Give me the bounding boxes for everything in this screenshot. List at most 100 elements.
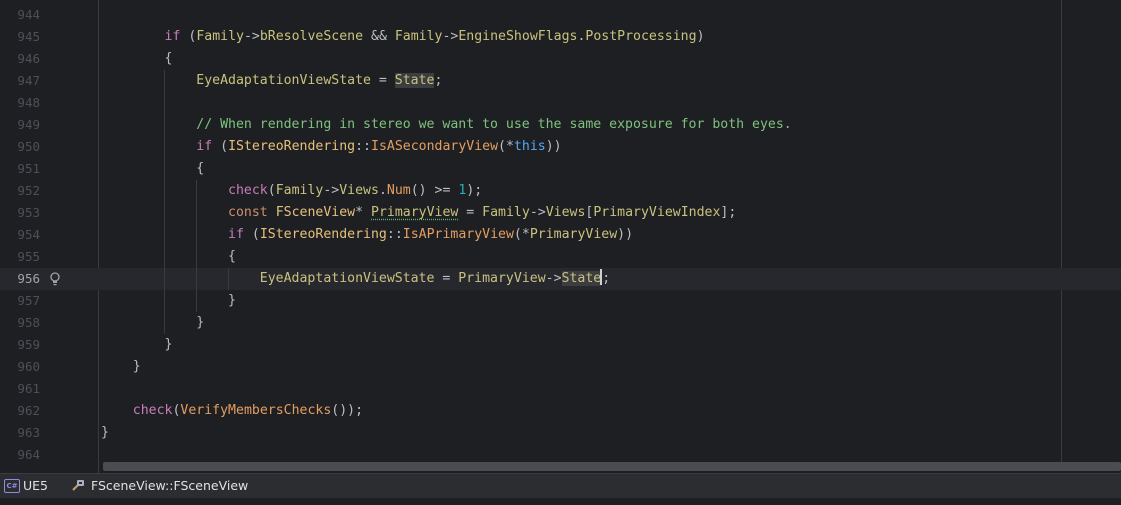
code-token: check <box>132 403 173 418</box>
code-token: -> <box>545 271 562 286</box>
code-token: * <box>355 205 371 220</box>
code-text[interactable]: } <box>101 334 173 356</box>
code-text[interactable]: EyeAdaptationViewState = State; <box>101 70 442 92</box>
line-number[interactable]: 964 <box>0 444 40 466</box>
code-text[interactable]: check(Family->Views.Num() >= 1); <box>101 180 482 202</box>
code-line[interactable]: 949 // When rendering in stereo we want … <box>0 114 1121 136</box>
indent-guide <box>196 180 197 312</box>
code-line[interactable]: 953 const FSceneView* PrimaryView = Fami… <box>0 202 1121 224</box>
bottom-strip <box>0 498 1121 505</box>
horizontal-scrollbar[interactable] <box>103 462 1121 471</box>
code-line[interactable]: 948 <box>0 92 1121 114</box>
code-text[interactable]: if (Family->bResolveScene && Family->Eng… <box>101 26 705 48</box>
project-name[interactable]: UE5 <box>23 474 48 498</box>
code-token: } <box>101 425 109 440</box>
code-token: IsAPrimaryView <box>402 227 514 242</box>
code-token: ( <box>267 183 276 198</box>
code-line[interactable]: 954 if (IStereoRendering::IsAPrimaryView… <box>0 224 1121 246</box>
code-token: check <box>228 183 268 198</box>
code-line[interactable]: 944 <box>0 4 1121 26</box>
code-token: Views <box>545 205 586 220</box>
code-token: ( <box>212 139 229 154</box>
code-token: } <box>101 337 173 352</box>
line-number[interactable]: 951 <box>0 158 40 180</box>
status-bar: C# UE5 FSceneView::FSceneView <box>0 473 1121 498</box>
code-text[interactable]: if (IStereoRendering::IsAPrimaryView(*Pr… <box>101 224 633 246</box>
code-text[interactable]: if (IStereoRendering::IsASecondaryView(*… <box>101 136 561 158</box>
line-number[interactable]: 963 <box>0 422 40 444</box>
code-text[interactable]: check(VerifyMembersChecks()); <box>101 400 363 422</box>
line-number[interactable]: 957 <box>0 290 40 312</box>
line-number[interactable]: 946 <box>0 48 40 70</box>
code-text[interactable]: } <box>101 422 109 444</box>
code-token: { <box>101 161 205 176</box>
code-line[interactable]: 952 check(Family->Views.Num() >= 1); <box>0 180 1121 202</box>
code-text[interactable]: { <box>101 246 236 268</box>
code-token: Family <box>275 183 324 198</box>
code-line[interactable]: 946 { <box>0 48 1121 70</box>
code-token: :: <box>386 227 403 242</box>
code-line[interactable]: 950 if (IStereoRendering::IsASecondaryVi… <box>0 136 1121 158</box>
line-number[interactable]: 956 <box>0 268 40 290</box>
code-line[interactable]: 956 EyeAdaptationViewState = PrimaryView… <box>0 268 1121 290</box>
code-line[interactable]: 961 <box>0 378 1121 400</box>
code-line[interactable]: 958 } <box>0 312 1121 334</box>
code-token: PrimaryView <box>529 227 618 242</box>
code-line[interactable]: 962 check(VerifyMembersChecks()); <box>0 400 1121 422</box>
code-token: ]; <box>720 205 737 220</box>
lightbulb-icon[interactable] <box>49 272 61 286</box>
line-number[interactable]: 948 <box>0 92 40 114</box>
line-number[interactable]: 962 <box>0 400 40 422</box>
code-token: ) <box>696 29 705 44</box>
code-line[interactable]: 957 } <box>0 290 1121 312</box>
code-text[interactable]: EyeAdaptationViewState = PrimaryView->St… <box>101 268 610 290</box>
code-token: -> <box>529 205 546 220</box>
code-token: ( <box>180 29 197 44</box>
code-token: ( <box>243 227 260 242</box>
line-number[interactable]: 953 <box>0 202 40 224</box>
code-line[interactable]: 947 EyeAdaptationViewState = State; <box>0 70 1121 92</box>
line-number[interactable]: 960 <box>0 356 40 378</box>
line-number[interactable]: 959 <box>0 334 40 356</box>
line-number[interactable]: 955 <box>0 246 40 268</box>
code-token: ; <box>602 271 611 286</box>
line-number[interactable]: 950 <box>0 136 40 158</box>
line-number[interactable]: 945 <box>0 26 40 48</box>
code-text[interactable]: { <box>101 48 173 70</box>
code-token: Views <box>339 183 379 198</box>
context-breadcrumb[interactable]: FSceneView::FSceneView <box>91 474 248 498</box>
code-token: Num <box>386 183 411 198</box>
csharp-project-icon: C# <box>4 479 20 493</box>
line-number[interactable]: 952 <box>0 180 40 202</box>
code-line[interactable]: 951 { <box>0 158 1121 180</box>
code-text[interactable]: } <box>101 312 204 334</box>
code-token: } <box>101 359 141 374</box>
code-token: Family <box>482 205 530 220</box>
code-text[interactable]: } <box>101 356 141 378</box>
line-number[interactable]: 958 <box>0 312 40 334</box>
line-number[interactable]: 947 <box>0 70 40 92</box>
code-text[interactable]: { <box>101 158 204 180</box>
line-number[interactable]: 954 <box>0 224 40 246</box>
code-line[interactable]: 955 { <box>0 246 1121 268</box>
line-number[interactable]: 944 <box>0 4 40 26</box>
code-line[interactable]: 960 } <box>0 356 1121 378</box>
code-editor[interactable]: 944 945 if (Family->bResolveScene && Fami… <box>0 0 1121 473</box>
code-line[interactable]: 963} <box>0 422 1121 444</box>
code-token: PrimaryViewIndex <box>593 205 721 220</box>
code-token: FSceneView <box>275 205 356 220</box>
code-token: :: <box>355 139 371 154</box>
code-text[interactable]: // When rendering in stereo we want to u… <box>101 114 791 136</box>
code-line[interactable]: 959 } <box>0 334 1121 356</box>
code-token: { <box>101 249 236 264</box>
line-number[interactable]: 949 <box>0 114 40 136</box>
method-icon <box>71 474 87 498</box>
code-token: Family <box>394 29 443 44</box>
code-line[interactable]: 945 if (Family->bResolveScene && Family-… <box>0 26 1121 48</box>
line-number[interactable]: 961 <box>0 378 40 400</box>
code-text[interactable]: } <box>101 290 236 312</box>
